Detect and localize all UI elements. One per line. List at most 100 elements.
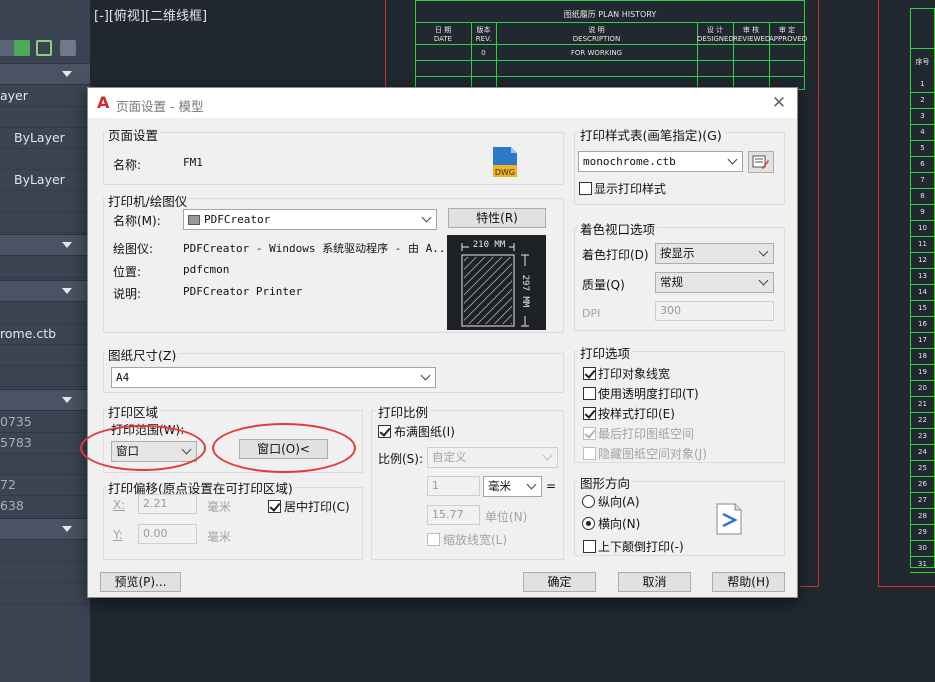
- table-line: [910, 236, 935, 237]
- palette-row-layer[interactable]: ayer: [0, 86, 90, 107]
- table-line: [910, 108, 935, 109]
- printer-name-select[interactable]: PDFCreator: [183, 209, 437, 230]
- fit-to-paper-checkbox[interactable]: [378, 425, 391, 438]
- frame-line: [800, 586, 819, 587]
- paper-preview: 210 MM 297 MM: [447, 235, 546, 330]
- palette-section-plot[interactable]: [0, 280, 90, 302]
- palette-row[interactable]: [0, 541, 90, 562]
- shade-plot-select[interactable]: 按显示: [655, 243, 774, 264]
- chevron-down-icon: [526, 479, 537, 490]
- table-line: [910, 492, 935, 493]
- palette-row-height[interactable]: 72: [0, 475, 90, 496]
- display-plot-styles-checkbox[interactable]: [579, 182, 592, 195]
- preview-button[interactable]: 预览(P)...: [100, 572, 181, 592]
- table-line: [910, 460, 935, 461]
- palette-row[interactable]: [0, 303, 90, 324]
- table-line: [910, 156, 935, 157]
- chevron-down-icon: [62, 397, 72, 403]
- toggle-pickadd-icon[interactable]: [60, 40, 76, 56]
- dialog-title: 页面设置 - 模型: [116, 99, 204, 114]
- sequence-number: 5: [920, 144, 925, 152]
- scale-lineweights-checkbox[interactable]: [427, 533, 440, 546]
- sequence-number: 3: [920, 112, 925, 120]
- quick-select-icon[interactable]: [36, 40, 52, 56]
- plot-style-select[interactable]: monochrome.ctb: [578, 151, 743, 172]
- palette-section-view[interactable]: [0, 389, 90, 411]
- scale-label: 比例(S):: [378, 452, 424, 466]
- palette-row-lineweight[interactable]: ByLayer: [0, 170, 90, 191]
- palette-row-value: 638: [0, 498, 24, 513]
- svg-text:DWG: DWG: [495, 168, 515, 177]
- scale-value: 自定义: [432, 450, 467, 464]
- help-button[interactable]: 帮助(H): [712, 572, 785, 592]
- close-icon[interactable]: ✕: [769, 93, 789, 113]
- offset-x-input[interactable]: 2.21: [138, 494, 197, 514]
- plot-option-checkbox[interactable]: [583, 367, 596, 380]
- palette-row[interactable]: [0, 454, 90, 475]
- table-line: [910, 220, 935, 221]
- center-plot-checkbox[interactable]: [268, 500, 281, 513]
- table-line: [910, 332, 935, 333]
- plot-option-checkbox[interactable]: [583, 387, 596, 400]
- sequence-number: 1: [920, 80, 925, 88]
- upside-down-checkbox[interactable]: [583, 540, 596, 553]
- col-description: 说 明 DESCRIPTION: [572, 26, 621, 43]
- palette-section-3d[interactable]: [0, 234, 90, 256]
- properties-button[interactable]: 特性(R): [448, 208, 546, 228]
- portrait-radio[interactable]: [582, 495, 595, 508]
- palette-row-width[interactable]: 638: [0, 496, 90, 517]
- palette-row-plot-style[interactable]: rome.ctb: [0, 324, 90, 345]
- palette-row[interactable]: [0, 562, 90, 583]
- palette-row-value: ayer: [0, 88, 28, 103]
- table-line: [910, 124, 935, 125]
- dpi-input[interactable]: 300: [655, 301, 774, 321]
- dialog-titlebar[interactable]: A 页面设置 - 模型 ✕: [88, 88, 797, 118]
- landscape-radio[interactable]: [582, 517, 595, 530]
- sequence-number: 24: [918, 448, 927, 456]
- page-setup-group-title: 页面设置: [106, 125, 161, 144]
- palette-row-linetype[interactable]: ByLayer: [0, 128, 90, 149]
- plot-option-checkbox[interactable]: [583, 407, 596, 420]
- palette-row[interactable]: [0, 149, 90, 170]
- palette-row-center-y[interactable]: 5783: [0, 433, 90, 454]
- palette-row[interactable]: [0, 366, 90, 387]
- offset-x-unit: 毫米: [207, 500, 232, 514]
- add-selection-icon[interactable]: [14, 40, 30, 56]
- sequence-number: 12: [918, 256, 927, 264]
- edit-style-icon: [752, 155, 769, 169]
- quality-select[interactable]: 常规: [655, 272, 774, 293]
- printer-icon: [188, 214, 200, 225]
- ok-button[interactable]: 确定: [523, 572, 596, 592]
- portrait-label: 纵向(A): [598, 495, 640, 509]
- scale-value2-input[interactable]: 15.77: [427, 505, 480, 525]
- paper-size-group-title: 图纸尺寸(Z): [106, 345, 179, 364]
- scale-select[interactable]: 自定义: [427, 447, 558, 468]
- paper-size-select[interactable]: A4: [111, 367, 436, 388]
- palette-row-center-x[interactable]: 0735: [0, 412, 90, 433]
- fit-to-paper-label: 布满图纸(I): [394, 425, 455, 439]
- location-value: pdfcmon: [183, 263, 230, 276]
- palette-row[interactable]: [0, 257, 90, 278]
- scale-value1-input[interactable]: 1: [427, 476, 480, 496]
- palette-section-general[interactable]: [0, 63, 90, 85]
- edit-plot-style-button[interactable]: [748, 151, 774, 173]
- offset-y-input[interactable]: 0.00: [138, 524, 197, 544]
- sequence-number: 22: [918, 416, 927, 424]
- viewport-controls-label[interactable]: [-][俯视][二维线框]: [94, 5, 207, 24]
- chevron-down-icon: [542, 450, 553, 461]
- plot-option-checkbox[interactable]: [583, 427, 596, 440]
- row-rev: 0: [481, 49, 486, 57]
- palette-row[interactable]: [0, 345, 90, 366]
- scale-unit-select[interactable]: 毫米: [483, 476, 542, 497]
- palette-row[interactable]: [0, 583, 90, 604]
- landscape-orientation-icon: [715, 503, 743, 535]
- plot-option-checkbox[interactable]: [583, 447, 596, 460]
- col-date: 日 期 DATE: [433, 26, 453, 43]
- palette-row[interactable]: [0, 191, 90, 212]
- palette-section-misc[interactable]: [0, 518, 90, 540]
- palette-row[interactable]: [0, 212, 90, 233]
- cancel-button[interactable]: 取消: [618, 572, 691, 592]
- plot-option-label: 使用透明度打印(T): [598, 387, 699, 401]
- palette-row[interactable]: [0, 107, 90, 128]
- table-line: [415, 76, 805, 77]
